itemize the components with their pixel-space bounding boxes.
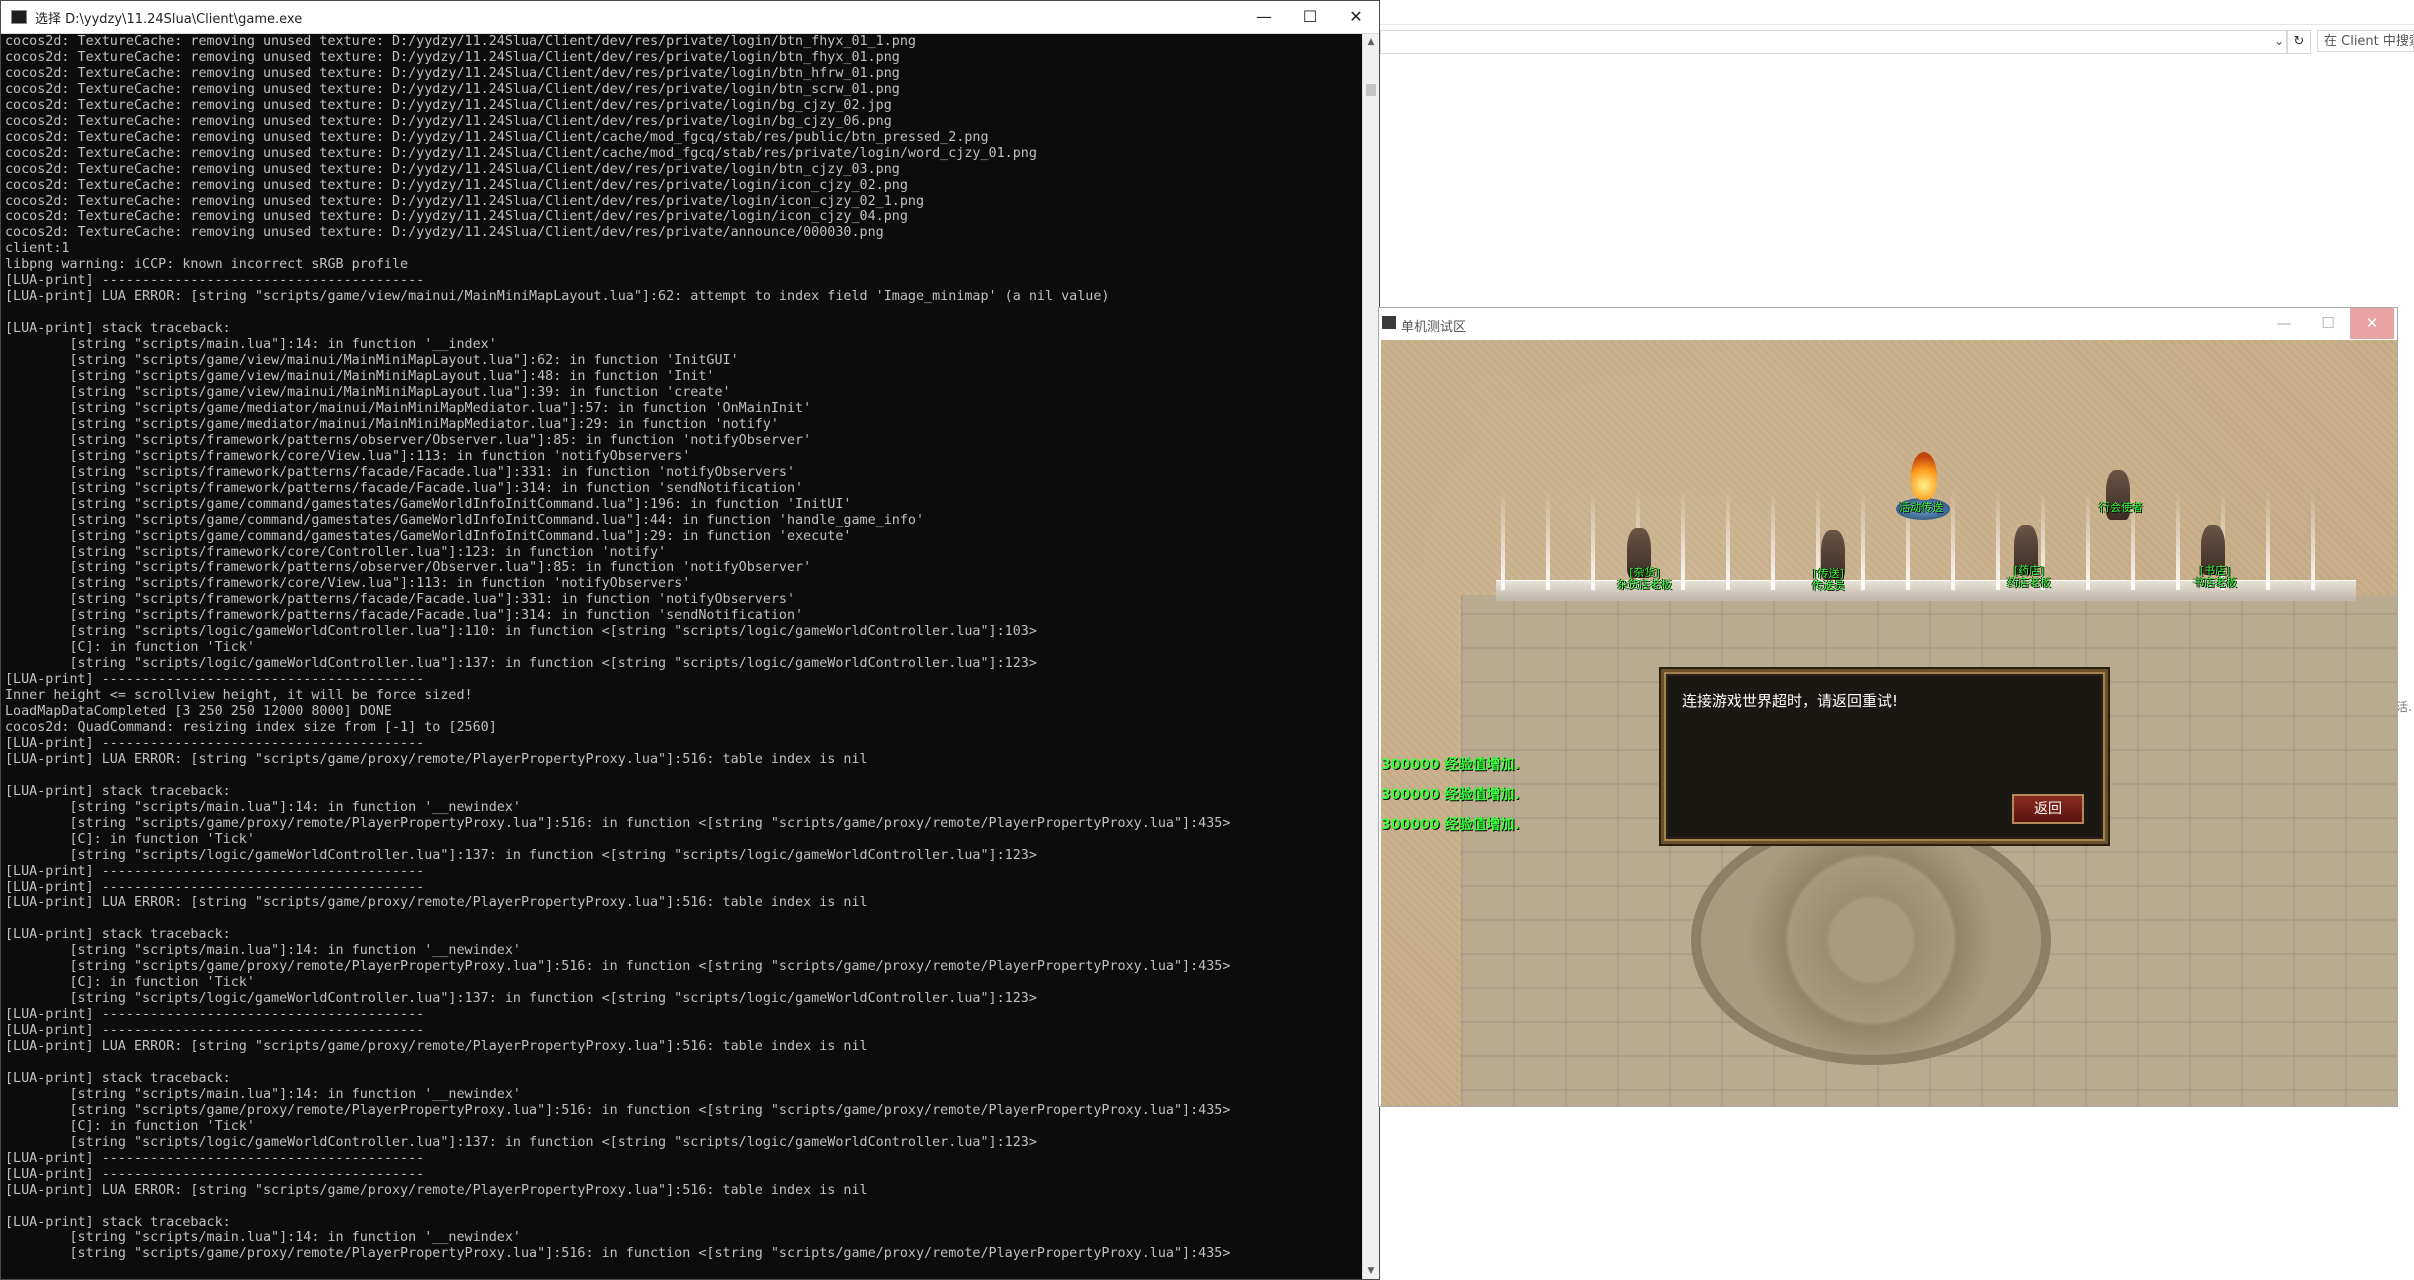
return-button[interactable]: 返回	[2012, 794, 2084, 824]
npc-label[interactable]: 活动传送	[1899, 502, 1943, 514]
console-window: 选择 D:\yydzy\11.24Slua\Client\game.exe — …	[0, 0, 1380, 1280]
npc-label: [传送] 传送员	[1812, 567, 1845, 592]
explorer-address-bar[interactable]	[1380, 30, 2287, 54]
game-window: 单机测试区 — ☐ ✕ [杂货] 杂货店老板 [传送] 传送员 活动传送 [药店…	[1378, 307, 2398, 1107]
light-post	[1771, 490, 1775, 590]
game-scene[interactable]: [杂货] 杂货店老板 [传送] 传送员 活动传送 [药店] 药店老板 行会使者 …	[1381, 340, 2397, 1106]
console-output[interactable]: cocos2d: TextureCache: removing unused t…	[1, 34, 1363, 1279]
light-post	[1501, 490, 1505, 590]
scroll-up-icon[interactable]: ▲	[1363, 34, 1379, 50]
light-post	[1996, 490, 2000, 590]
fire-icon	[1911, 452, 1937, 500]
exp-message: 300000 经验值增加.	[1381, 757, 1520, 773]
npc-label: 行会使者	[2099, 501, 2143, 514]
exp-message: 300000 经验值增加.	[1381, 787, 1520, 803]
light-post	[1726, 490, 1730, 590]
game-titlebar[interactable]: 单机测试区 — ☐ ✕	[1379, 308, 2397, 339]
light-post	[1951, 490, 1955, 590]
light-post	[2176, 490, 2180, 590]
light-post	[2311, 490, 2315, 590]
light-post	[1681, 490, 1685, 590]
close-button[interactable]: ✕	[1333, 1, 1379, 33]
game-maximize-button[interactable]: ☐	[2306, 308, 2350, 339]
console-titlebar[interactable]: 选择 D:\yydzy\11.24Slua\Client\game.exe — …	[1, 1, 1379, 34]
explorer-partial-text: 活.	[2396, 700, 2412, 714]
light-post	[1546, 490, 1550, 590]
scroll-down-icon[interactable]: ▼	[1363, 1263, 1379, 1279]
game-close-button[interactable]: ✕	[2350, 308, 2394, 339]
dialog-message: 连接游戏世界超时，请返回重试!	[1682, 692, 1899, 710]
light-post	[2086, 490, 2090, 590]
refresh-icon[interactable]: ↻	[2287, 30, 2311, 54]
console-app-icon	[11, 10, 27, 24]
console-title: 选择 D:\yydzy\11.24Slua\Client\game.exe	[35, 12, 303, 27]
npc-label: [书店] 书店老板	[2193, 564, 2237, 589]
minimize-button[interactable]: —	[1241, 1, 1287, 33]
game-minimize-button[interactable]: —	[2262, 308, 2306, 339]
light-post	[1591, 490, 1595, 590]
ornamental-circle	[1691, 815, 2051, 1065]
explorer-search-input[interactable]: 在 Client 中搜索	[2317, 30, 2414, 52]
exp-message: 300000 经验值增加.	[1381, 817, 1520, 833]
timeout-dialog: 连接游戏世界超时，请返回重试! 返回	[1659, 667, 2110, 846]
game-title: 单机测试区	[1401, 320, 1467, 335]
explorer-ribbon	[1380, 0, 2414, 25]
maximize-button[interactable]: ☐	[1287, 1, 1333, 33]
npc-label: [杂货] 杂货店老板	[1617, 566, 1672, 591]
light-post	[1861, 490, 1865, 590]
chevron-down-icon[interactable]: ⌄	[2272, 31, 2286, 51]
npc-label: [药店] 药店老板	[2007, 564, 2051, 589]
light-post	[2266, 490, 2270, 590]
console-scrollbar[interactable]: ▲ ▼	[1362, 34, 1379, 1279]
game-app-icon	[1382, 316, 1396, 329]
scrollbar-thumb[interactable]	[1366, 84, 1376, 96]
console-log-text: cocos2d: TextureCache: removing unused t…	[5, 34, 1231, 1262]
